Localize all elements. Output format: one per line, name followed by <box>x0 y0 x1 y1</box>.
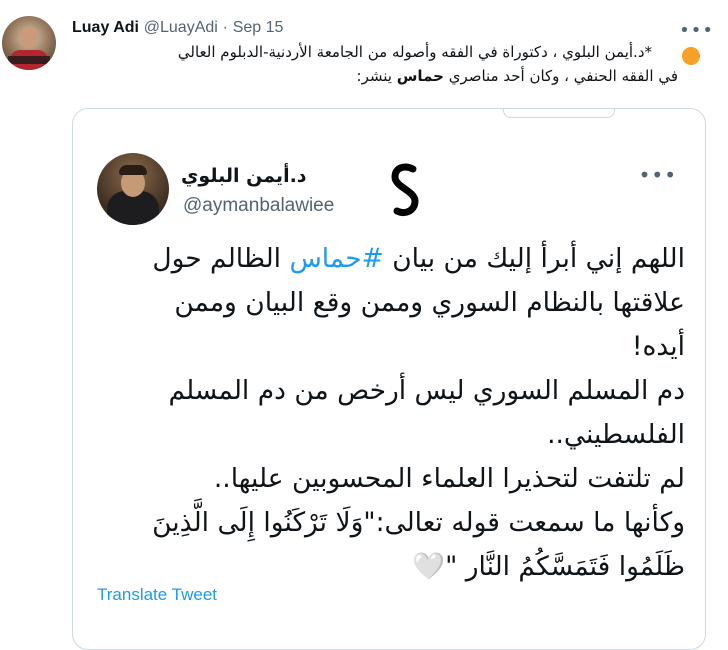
more-options-icon[interactable]: ••• <box>679 20 714 41</box>
substack-s-icon <box>391 163 419 217</box>
author-name[interactable]: Luay Adi <box>72 19 139 36</box>
avatar-hair <box>119 165 147 175</box>
tweet-text: *د.أيمن البلوي ، دكتوراة في الفقه وأصوله… <box>78 40 678 88</box>
attached-screenshot[interactable]: د.أيمن البلوي @aymanbalawiee ••• اللهم إ… <box>72 108 706 650</box>
quoted-tweet-body: اللهم إني أبرأ إليك من بيان #حماس الظالم… <box>113 237 685 589</box>
tweet-text-line1: *د.أيمن البلوي ، دكتوراة في الفقه وأصوله… <box>177 43 652 61</box>
quoted-line: علاقتها بالنظام السوري وممن وقع البيان و… <box>174 287 685 318</box>
quoted-line: اللهم إني أبرأ إليك من بيان #حماس الظالم… <box>113 237 685 281</box>
quoted-text-part: الظالم حول <box>152 243 290 274</box>
quoted-author-avatar <box>97 153 169 225</box>
tweet-header: Luay Adi @LuayAdi · Sep 15 <box>72 18 728 40</box>
quoted-author-name: د.أيمن البلوي <box>181 165 307 187</box>
quoted-line: لم تلتفت لتحذيرا العلماء المحسوبين عليها… <box>213 463 685 494</box>
tweet-text-line2: في الفقه الحنفي ، وكان أحد مناصري حماس ي… <box>78 64 678 88</box>
avatar-banner <box>8 56 50 64</box>
quoted-line: ظَلَمُوا فَتَمَسَّكُمُ النَّار "🤍 <box>412 551 685 582</box>
orange-circle-emoji <box>682 47 700 65</box>
quoted-author-handle: @aymanbalawiee <box>183 195 335 216</box>
outer-author-avatar[interactable] <box>2 16 56 70</box>
inner-divider <box>503 109 615 118</box>
screenshot-frame: د.أيمن البلوي @aymanbalawiee ••• اللهم إ… <box>73 109 705 629</box>
tweet-date[interactable]: Sep 15 <box>233 19 284 36</box>
tweet-text-bold: حماس <box>396 67 444 85</box>
tweet-text-part: ينشر: <box>356 67 397 85</box>
quoted-line: دم المسلم السوري ليس أرخص من دم المسلم <box>168 375 685 406</box>
more-options-icon: ••• <box>638 163 677 187</box>
tweet-text-part: في الفقه الحنفي ، وكان أحد مناصري <box>443 67 678 85</box>
quoted-line: الفلسطيني.. <box>547 419 685 450</box>
quoted-line: أيده! <box>631 331 685 362</box>
quoted-line: وكأنها ما سمعت قوله تعالى:"وَلَا تَرْكَن… <box>152 507 685 538</box>
avatar-face <box>20 26 38 48</box>
translate-tweet-link[interactable]: Translate Tweet <box>97 585 217 605</box>
separator-dot: · <box>222 19 228 36</box>
quoted-text-part: اللهم إني أبرأ إليك من بيان <box>383 243 685 274</box>
author-handle[interactable]: @LuayAdi <box>144 19 218 36</box>
hashtag-link: #حماس <box>289 243 384 274</box>
